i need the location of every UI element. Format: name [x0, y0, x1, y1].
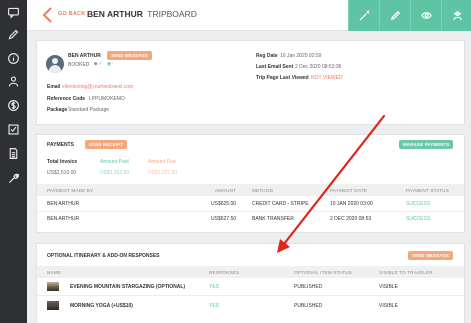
amount-due-value: US$1,257.50: [148, 170, 178, 176]
traveler-name-title: BEN ARTHUR: [87, 9, 143, 19]
status-icons: ☻✓ ◉-: [93, 61, 113, 67]
payment-date: 10 JAN 2020 03:00: [330, 201, 373, 207]
col-responses: RESPONSES: [209, 269, 240, 275]
check-icon: ✓: [98, 61, 103, 67]
dollar-icon[interactable]: [6, 98, 21, 113]
activity-name[interactable]: MORNING YOGA (+US$10): [70, 303, 133, 309]
reference-label: Reference Code: [47, 96, 86, 102]
send-message-button[interactable]: SEND MESSAGE: [107, 51, 153, 60]
activity-status: PUBLISHED: [294, 303, 323, 309]
edit-icon: [390, 10, 400, 20]
info-icon[interactable]: [6, 51, 21, 66]
activity-status: PUBLISHED: [294, 284, 323, 290]
optional-table-header: NAME RESPONSES OPTIONAL ITEM STATUS VISI…: [37, 266, 464, 278]
chat-icon[interactable]: [6, 5, 21, 20]
optional-title: OPTIONAL ITINERARY & ADD-ON RESPONSES: [47, 253, 160, 259]
optional-itinerary-card: OPTIONAL ITINERARY & ADD-ON RESPONSES SE…: [36, 243, 465, 323]
activity-thumbnail: [47, 282, 59, 291]
app: GO BACK BEN ARTHUR TRIPBOARD BEN ARTHUR …: [0, 0, 471, 323]
amount-paid-label: Amount Paid: [100, 159, 129, 165]
package-value: Standard Package: [68, 107, 110, 113]
payment-amount: US$627.50: [211, 216, 237, 222]
reg-date-value: 10 Jan 2020 02:59: [280, 53, 322, 59]
wrench-icon[interactable]: [6, 171, 21, 186]
col-payment-status: PAYMENT STATUS: [406, 187, 449, 193]
reg-date-label: Reg Date: [256, 53, 278, 59]
page-title: BEN ARTHUR TRIPBOARD: [87, 9, 197, 19]
payment-method: CREDIT CARD - STRIPE: [252, 201, 309, 207]
col-payment-date: PAYMENT DATE: [330, 187, 368, 193]
email-value[interactable]: ellentesting@yourbestravel.com: [62, 84, 133, 90]
go-back-link[interactable]: GO BACK: [58, 11, 85, 17]
col-method: METHOD: [252, 187, 274, 193]
amount-paid-value: US$1,252.50: [100, 170, 130, 176]
payment-date: 2 DEC 2020 08:53: [330, 216, 372, 222]
reference-value: LPPUMOKEMO: [89, 96, 125, 102]
payment-status: SUCCESS: [406, 201, 431, 207]
payments-card: PAYMENTS SEND RECEIPT MANAGE PAYMENTS To…: [36, 134, 465, 233]
send-receipt-button[interactable]: SEND RECEIPT: [85, 140, 128, 149]
email-label: Email: [47, 84, 61, 90]
amount-due-label: Amount Due: [148, 159, 176, 165]
header: GO BACK BEN ARTHUR TRIPBOARD: [27, 0, 471, 31]
activity-visible: VISIBLE: [379, 284, 398, 290]
edit-button[interactable]: [379, 0, 410, 31]
trip-page-value: NOT VIEWED: [311, 75, 343, 81]
user-secret-icon: [452, 11, 462, 21]
total-invoice-value: US$2,510.00: [47, 170, 77, 176]
traveler-name: BEN ARTHUR: [68, 53, 101, 59]
dash-icon: -: [111, 61, 113, 67]
activity-thumbnail: [47, 301, 59, 310]
activity-visible: VISIBLE: [379, 303, 398, 309]
payment-by: BEN ARTHUR: [47, 201, 80, 207]
view-button[interactable]: [410, 0, 441, 31]
eye-icon: [420, 12, 432, 19]
last-email-value: 2 Dec 2020 08:53:36: [295, 64, 342, 70]
magic-wand-icon: [358, 10, 370, 21]
col-visible: VISIBLE TO TRAVELER: [379, 269, 433, 275]
col-amount: AMOUNT: [215, 187, 237, 193]
col-payment-by: PAYMENT MADE BY: [47, 187, 94, 193]
activity-name[interactable]: EVENING MOUNTAIN STARGAZING (OPTIONAL): [70, 284, 185, 290]
traveler-icon[interactable]: [6, 74, 21, 89]
payment-by: BEN ARTHUR: [47, 216, 80, 222]
payment-status: SUCCESS: [406, 216, 431, 222]
sidebar: [0, 0, 27, 323]
back-chevron-icon[interactable]: [41, 6, 55, 24]
login-as-traveler-button[interactable]: [441, 0, 471, 31]
payment-method: BANK TRANSFER: [252, 216, 294, 222]
optional-send-message-button[interactable]: SEND MESSAGE: [408, 251, 454, 260]
payments-title: PAYMENTS: [47, 142, 74, 148]
last-email-label: Last Email Sent: [256, 64, 294, 70]
magic-wand-button[interactable]: [348, 0, 379, 31]
package-label: Package: [47, 107, 68, 113]
activity-response: YES: [209, 284, 220, 290]
avatar: [46, 55, 64, 73]
total-invoice-label: Total Invoice: [47, 159, 78, 165]
col-item-status: OPTIONAL ITEM STATUS: [294, 269, 353, 275]
trip-page-label: Trip Page Last Viewed: [256, 75, 309, 81]
manage-payments-button[interactable]: MANAGE PAYMENTS: [399, 140, 454, 149]
col-name: NAME: [47, 269, 62, 275]
document-icon[interactable]: [6, 146, 21, 161]
activity-response: YES: [209, 303, 220, 309]
pencil-icon[interactable]: [6, 27, 21, 42]
booking-status: BOOKED: [68, 62, 90, 68]
payments-table-header: PAYMENT MADE BY AMOUNT METHOD PAYMENT DA…: [37, 184, 464, 196]
page-subtitle: TRIPBOARD: [147, 9, 197, 19]
checkbox-icon[interactable]: [6, 122, 21, 137]
payment-amount: US$625.00: [211, 201, 237, 207]
traveler-profile-card: BEN ARTHUR SEND MESSAGE BOOKED ☻✓ ◉- Reg…: [36, 40, 465, 125]
